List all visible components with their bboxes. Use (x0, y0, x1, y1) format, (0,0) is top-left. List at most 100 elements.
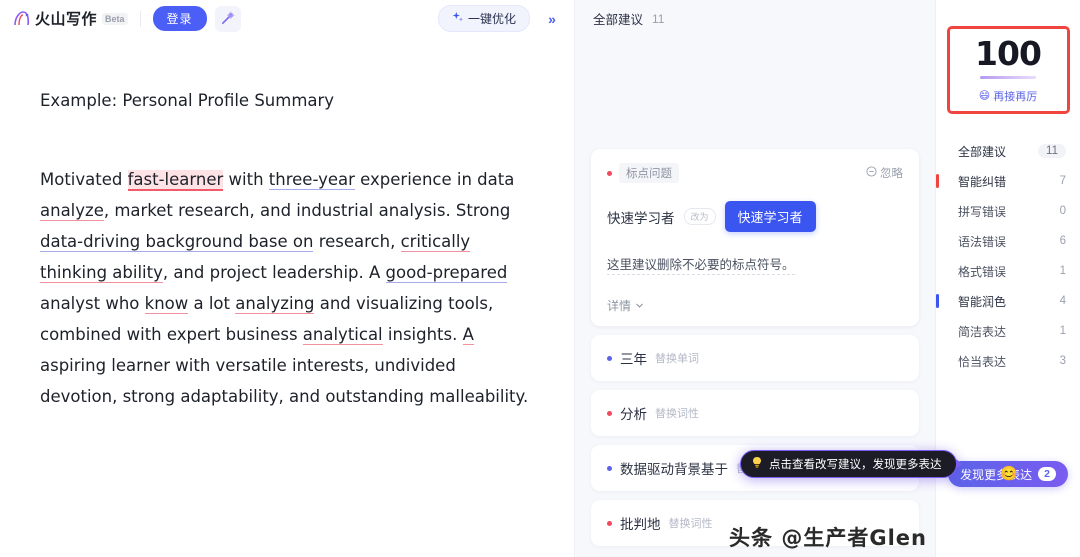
card-description: 这里建议删除不必要的标点符号。 (607, 254, 795, 275)
sparkle-icon (452, 11, 464, 26)
text-run: research, (313, 231, 401, 251)
sidebar-item-2[interactable]: 拼写错误 0 (936, 196, 1080, 226)
severity-dot-icon (607, 410, 612, 416)
sidebar-item-label: 恰当表达 (958, 354, 1007, 369)
apply-replacement-button[interactable]: 快速学习者 (724, 201, 816, 232)
suggestions-list[interactable]: 标点问题 忽略 快速学习者 改为 快速学习者 这里建议删除不必要的标点符号。 详… (575, 37, 935, 557)
discover-more-count: 2 (1038, 467, 1056, 481)
beta-badge: Beta (102, 12, 128, 25)
login-button[interactable]: 登录 (152, 6, 207, 31)
text-run: experience in data (354, 169, 515, 189)
sidebar-item-count: 6 (1059, 235, 1066, 247)
error-fast-learner[interactable]: fast-learner (127, 169, 224, 191)
top-toolbar: 火山写作 Beta 登录 一键优化 » (0, 0, 574, 37)
sidebar-item-count: 3 (1059, 355, 1066, 367)
card-tag-group: 标点问题 (607, 163, 679, 183)
score-value: 100 (975, 33, 1042, 73)
mini-suggestion-list: 三年替换单词分析替换词性数据驱动背景基于替换单词批判地替换词性 (591, 335, 919, 546)
suggestion-word: 批判地 (620, 517, 661, 532)
suggestion-action: 替换单词 (655, 353, 699, 365)
suggestions-header-count: 11 (652, 11, 665, 26)
brand-name: 火山写作 (35, 11, 98, 28)
volcano-logo-icon (12, 9, 32, 29)
tooltip-text: 点击查看改写建议，发现更多表达 (769, 459, 942, 471)
card-description-wrap: 这里建议删除不必要的标点符号。 (607, 232, 903, 275)
smiley-emoji-icon: 😄 (978, 90, 991, 102)
sidebar-item-label: 格式错误 (958, 264, 1007, 279)
toolbar-divider (139, 10, 141, 27)
discover-more-button[interactable]: 发现更多表达 2 😊 (948, 461, 1068, 487)
card-details-label: 详情 (607, 299, 632, 313)
suggestions-header-title: 全部建议 (593, 13, 644, 27)
suggestion-action: 替换词性 (655, 408, 699, 420)
replacement-row: 快速学习者 改为 快速学习者 (607, 201, 903, 232)
sidebar-item-1[interactable]: 智能纠错 7 (936, 166, 1080, 196)
sidebar-item-0[interactable]: 全部建议 11 (936, 136, 1080, 166)
chevron-down-icon (635, 299, 644, 313)
sidebar-item-count: 11 (1038, 144, 1066, 158)
brand-logo: 火山写作 Beta (12, 8, 128, 29)
category-marker (936, 174, 939, 188)
error-analyzing[interactable]: analyzing (235, 293, 315, 314)
document-title: Example: Personal Profile Summary (40, 91, 335, 110)
text-run: Motivated (40, 169, 128, 189)
category-marker (936, 294, 939, 308)
sidebar-item-label: 全部建议 (958, 144, 1007, 159)
text-run: analyst who (40, 293, 145, 313)
ignore-button[interactable]: 忽略 (866, 165, 903, 181)
document-editor[interactable]: Example: Personal Profile Summary Motiva… (0, 37, 574, 557)
sidebar-item-7[interactable]: 恰当表达 3 (936, 346, 1080, 376)
error-analyze[interactable]: analyze (40, 200, 104, 221)
severity-dot-icon (607, 170, 612, 176)
editor-column: 火山写作 Beta 登录 一键优化 » Example: Personal Pr… (0, 0, 575, 557)
suggestion-three-year[interactable]: three-year (268, 169, 355, 190)
discover-more-label: 发现更多表达 (960, 467, 1033, 482)
suggestion-action: 替换词性 (668, 518, 713, 530)
original-word: 快速学习者 (607, 210, 675, 226)
list-item[interactable]: 分析 替换词性 (591, 390, 919, 436)
suggestions-column: 全部建议 11 标点问题 忽略 快速学习者 改为 快速学习者 这里建议删除不必要… (575, 0, 961, 557)
card-category-tag: 标点问题 (619, 163, 679, 183)
list-item[interactable]: 三年 替换单词 (591, 335, 919, 381)
sidebar-item-count: 0 (1059, 205, 1066, 217)
suggestion-word: 数据驱动背景基于 (620, 462, 728, 477)
ignore-label: 忽略 (880, 168, 903, 180)
sidebar-item-6[interactable]: 简洁表达 1 (936, 316, 1080, 346)
error-analytical[interactable]: analytical (302, 324, 383, 345)
suggestion-good-prepared[interactable]: good-prepared (385, 262, 508, 283)
chevron-double-right-icon[interactable]: » (540, 7, 564, 31)
minus-circle-icon (866, 166, 877, 180)
document-paragraph: Motivated fast-learner with three-year e… (40, 164, 534, 412)
app-root: 火山写作 Beta 登录 一键优化 » Example: Personal Pr… (0, 0, 1080, 557)
score-underline (980, 75, 1036, 79)
sidebar-item-label: 简洁表达 (958, 324, 1007, 339)
card-header: 标点问题 忽略 (607, 163, 903, 183)
sidebar-item-label: 语法错误 (958, 234, 1007, 249)
score-subtitle: 😄 再接再厉 (979, 88, 1037, 104)
active-suggestion-card[interactable]: 标点问题 忽略 快速学习者 改为 快速学习者 这里建议删除不必要的标点符号。 详… (591, 149, 919, 326)
text-run: insights. (382, 324, 463, 344)
score-subtitle-label: 再接再厉 (993, 90, 1038, 103)
suggestion-data-driving[interactable]: data-driving background base on (40, 231, 314, 252)
severity-dot-icon (607, 520, 612, 526)
watermark: 头条 @生产者Glen (729, 526, 927, 550)
score-card: 100 😄 再接再厉 (946, 26, 1070, 114)
sidebar-item-label: 智能润色 (958, 294, 1007, 309)
card-details-toggle[interactable]: 详情 (607, 297, 903, 314)
text-run: aspiring learner with versatile interest… (40, 355, 529, 406)
lightbulb-icon (751, 456, 763, 472)
right-sidebar: 100 😄 再接再厉 全部建议 11 智能纠错 7 拼写错误 0 语法错误 6 格式错误 1 智能润… (935, 0, 1080, 557)
sidebar-item-3[interactable]: 语法错误 6 (936, 226, 1080, 256)
error-a-article[interactable]: A (462, 324, 474, 345)
sidebar-item-4[interactable]: 格式错误 1 (936, 256, 1080, 286)
sidebar-item-5[interactable]: 智能润色 4 (936, 286, 1080, 316)
suggestion-word: 分析 (620, 407, 647, 422)
sidebar-item-count: 1 (1059, 265, 1066, 277)
suggestion-word: 三年 (620, 352, 647, 367)
rewrite-hint-tooltip: 点击查看改写建议，发现更多表达 (740, 450, 961, 478)
text-run: with (223, 169, 269, 189)
error-know[interactable]: know (144, 293, 189, 314)
smiley-emoji-icon: 😊 (1000, 465, 1018, 481)
one-click-optimize-button[interactable]: 一键优化 (437, 5, 530, 32)
magic-wand-icon[interactable] (214, 5, 241, 32)
